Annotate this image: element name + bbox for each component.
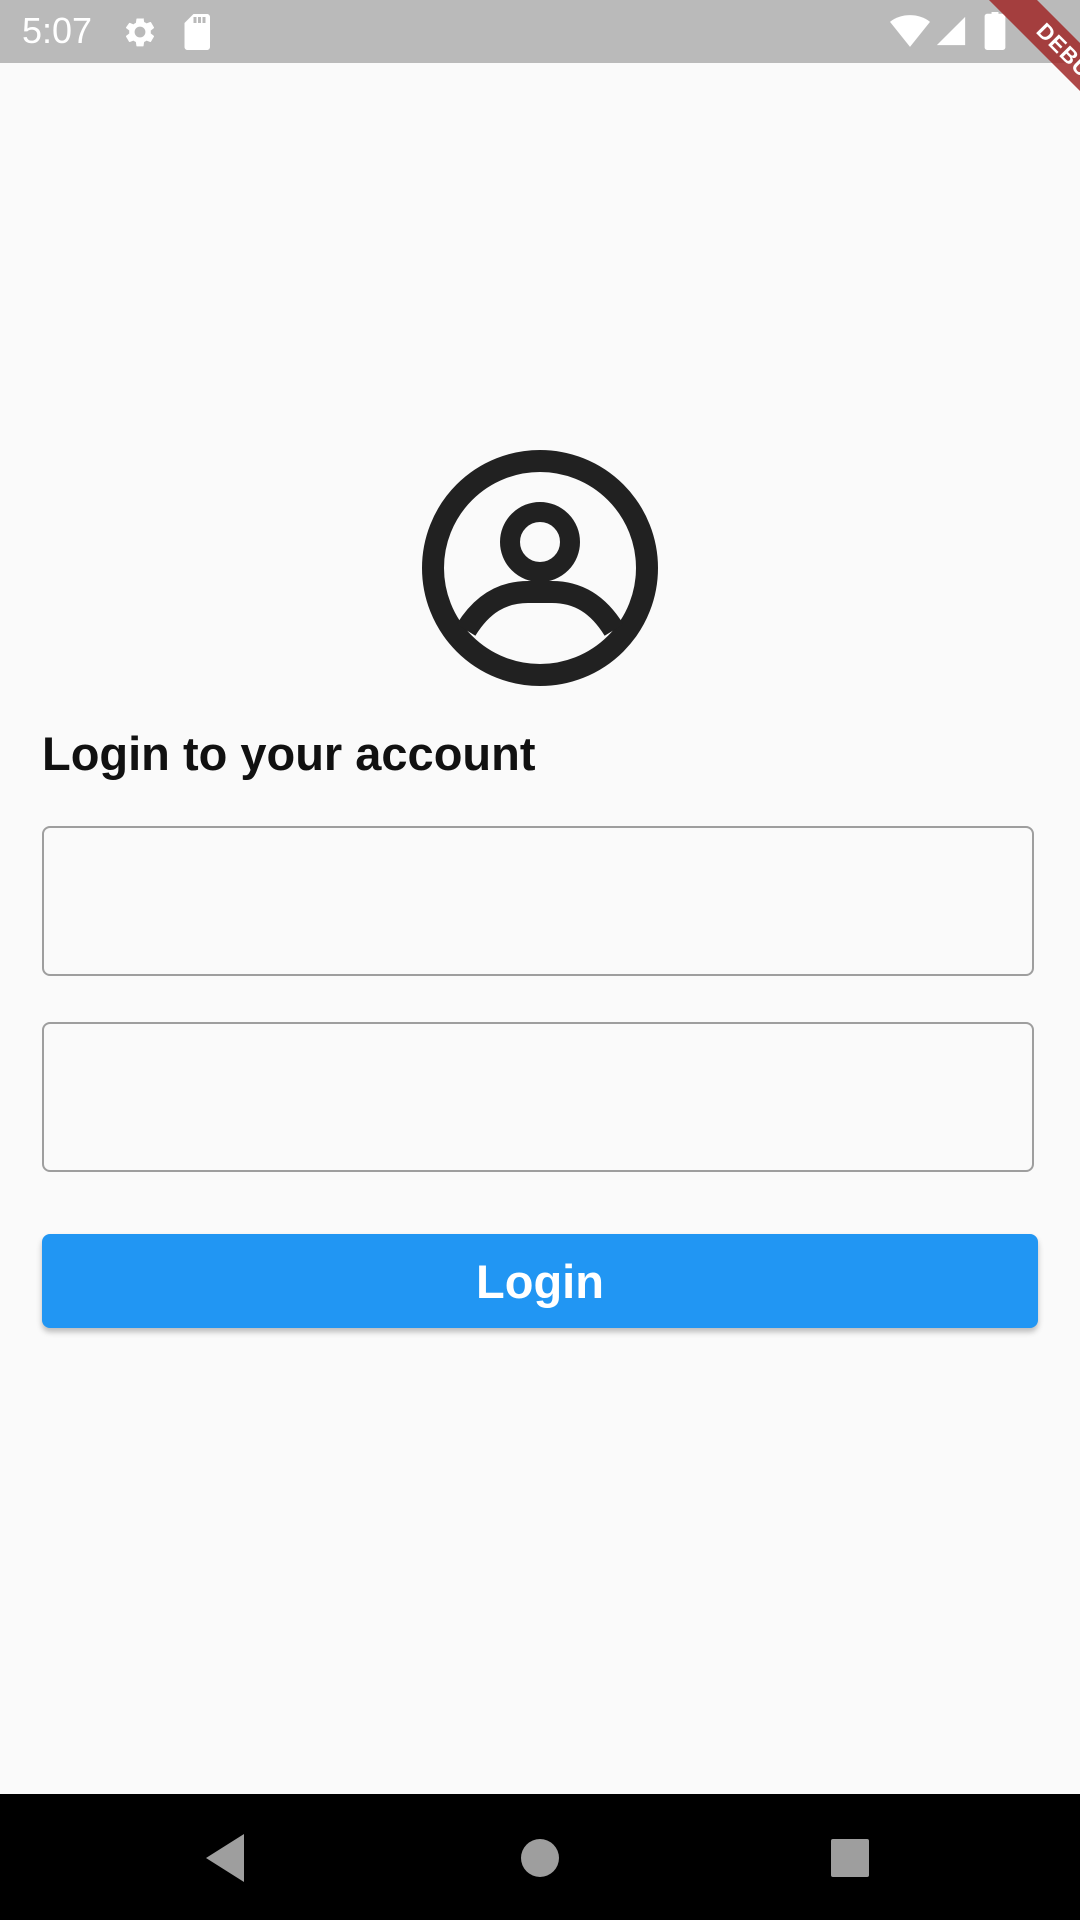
status-time: 5:07 <box>22 10 93 51</box>
wifi-icon <box>890 15 930 47</box>
password-field[interactable] <box>42 1022 1034 1172</box>
settings-icon <box>125 18 155 47</box>
sd-card-icon <box>184 14 210 50</box>
status-bar: 5:07 <box>0 0 1080 63</box>
username-field[interactable] <box>42 826 1034 976</box>
login-button[interactable]: Login <box>42 1234 1038 1328</box>
battery-icon <box>984 12 1006 50</box>
home-icon[interactable] <box>502 1820 578 1896</box>
recents-icon[interactable] <box>812 1820 888 1896</box>
page-title: Login to your account <box>42 727 536 780</box>
back-icon[interactable] <box>190 1820 266 1896</box>
account-circle-icon <box>422 450 658 686</box>
signal-icon <box>936 16 966 46</box>
navigation-bar <box>0 1794 1080 1920</box>
